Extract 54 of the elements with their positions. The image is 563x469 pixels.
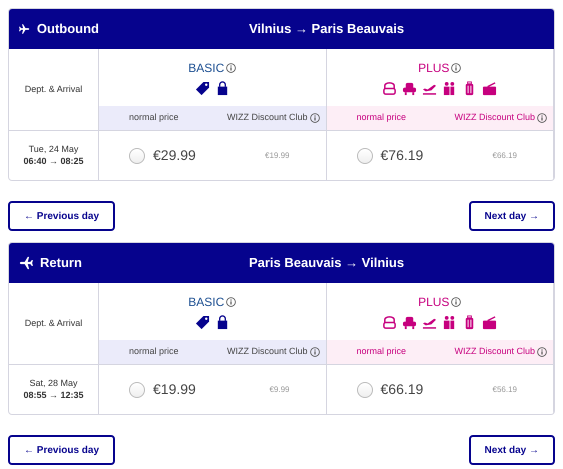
section-title: Return — [40, 254, 82, 272]
radio-button[interactable] — [356, 382, 372, 398]
seat-icon — [382, 315, 398, 330]
radio-button[interactable] — [129, 148, 145, 164]
tag-icon — [194, 81, 210, 96]
club-price: €19.99 — [265, 150, 290, 162]
route-title: Vilnius → Paris Beauvais — [248, 20, 406, 38]
radio-button[interactable] — [129, 382, 145, 398]
fare-price: €19.99 — [153, 380, 196, 399]
fare-price: €76.19 — [380, 146, 424, 165]
info-icon — [226, 297, 236, 307]
price-label: WIZZ Discount Club — [454, 111, 535, 124]
info-icon — [310, 113, 320, 123]
price-label: normal price — [129, 111, 179, 124]
info-icon — [537, 113, 547, 123]
info-icon — [310, 347, 320, 357]
tag-icon — [194, 315, 210, 330]
price-label: normal price — [356, 111, 406, 124]
price-label: WIZZ Discount Club — [226, 111, 308, 124]
armchair-icon — [402, 315, 418, 330]
fare-price: €66.19 — [380, 380, 424, 399]
club-price: €9.99 — [269, 384, 290, 396]
fare-price: €29.99 — [153, 146, 196, 165]
airplane-icon — [19, 256, 33, 270]
info-icon — [451, 63, 462, 73]
price-label: WIZZ Discount Club — [226, 345, 308, 358]
flight-date: Sat, 28 May — [29, 378, 78, 390]
price-label: normal price — [356, 345, 406, 358]
info-icon — [226, 63, 236, 73]
fare-name: BASIC — [188, 60, 224, 77]
club-price: €56.19 — [492, 384, 517, 396]
route-title: Paris Beauvais → Vilnius — [248, 254, 406, 272]
flight-times: 06:40 → 08:25 — [23, 156, 84, 168]
armchair-icon — [402, 81, 418, 96]
next-day-button[interactable]: Next day → — [468, 201, 555, 231]
previous-day-button[interactable]: ← Previous day — [8, 435, 116, 465]
club-price: €66.19 — [492, 150, 517, 162]
section-title: Outbound — [36, 20, 99, 38]
fare-name: PLUS — [418, 60, 450, 77]
price-label: normal price — [129, 345, 179, 358]
seat-icon — [382, 81, 398, 96]
info-icon — [537, 347, 547, 357]
fare-name: PLUS — [418, 294, 450, 311]
price-label: WIZZ Discount Club — [454, 345, 535, 358]
radio-button[interactable] — [356, 148, 372, 164]
flight-date: Tue, 24 May — [28, 144, 78, 156]
info-icon — [451, 297, 462, 307]
previous-day-button[interactable]: ← Previous day — [8, 201, 116, 231]
column-label: Dept. & Arrival — [24, 316, 82, 330]
next-day-button[interactable]: Next day → — [468, 435, 555, 465]
fare-name: BASIC — [188, 294, 224, 311]
flight-times: 08:55 → 12:35 — [23, 390, 84, 402]
column-label: Dept. & Arrival — [24, 82, 82, 96]
airplane-icon — [19, 22, 30, 36]
